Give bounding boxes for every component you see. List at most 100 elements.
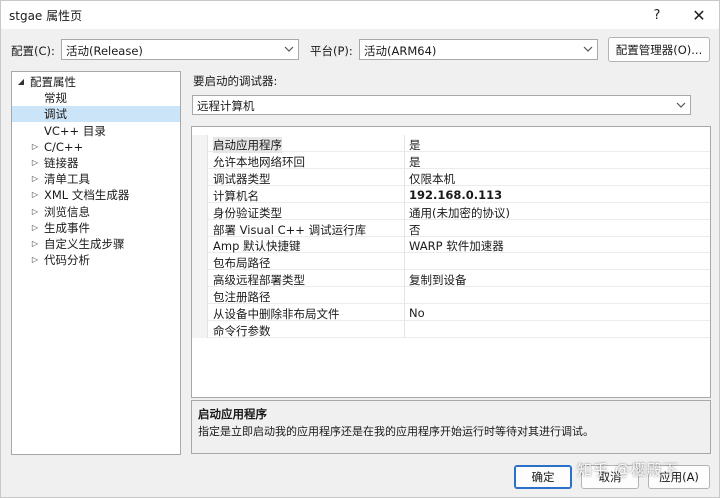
property-name: 启动应用程序 bbox=[213, 137, 282, 153]
triangle-down-icon[interactable]: ◢ bbox=[16, 74, 26, 90]
triangle-right-icon[interactable]: ▷ bbox=[30, 187, 40, 203]
triangle-right-icon[interactable]: ▷ bbox=[30, 236, 40, 252]
property-name: 身份验证类型 bbox=[213, 205, 282, 220]
tree-item-label: 链接器 bbox=[44, 156, 79, 170]
triangle-right-icon[interactable]: ▷ bbox=[30, 220, 40, 236]
chevron-down-icon bbox=[284, 46, 294, 52]
property-name: 部署 Visual C++ 调试运行库 bbox=[213, 222, 367, 237]
row-gutter bbox=[192, 219, 208, 237]
property-value[interactable]: 192.168.0.113 bbox=[409, 188, 502, 202]
property-row[interactable]: 包布局路径 bbox=[192, 253, 710, 271]
triangle-right-icon[interactable]: ▷ bbox=[30, 139, 40, 155]
property-value[interactable]: 通用(未加密的协议) bbox=[409, 205, 510, 221]
debugger-dropdown[interactable]: 远程计算机 bbox=[192, 95, 691, 115]
property-value[interactable]: 是 bbox=[409, 137, 421, 153]
tree-item[interactable]: 调试 bbox=[12, 106, 180, 123]
column-divider bbox=[404, 219, 405, 237]
watermark: 知乎 @樱殿下 bbox=[577, 461, 679, 479]
tree-item[interactable]: ▷ 链接器 bbox=[12, 155, 180, 171]
tree-item[interactable]: ▷ C/C++ bbox=[12, 139, 180, 155]
property-value[interactable]: 否 bbox=[409, 222, 421, 238]
tree-item-label: XML 文档生成器 bbox=[44, 188, 130, 203]
tree-item[interactable]: ◢ 配置属性 bbox=[12, 74, 180, 90]
tree-item-label: 代码分析 bbox=[44, 253, 90, 268]
property-row[interactable]: 高级远程部署类型 复制到设备 bbox=[192, 270, 710, 288]
row-gutter bbox=[192, 135, 208, 152]
row-gutter bbox=[192, 320, 208, 338]
row-gutter bbox=[192, 185, 208, 203]
column-divider bbox=[404, 287, 405, 305]
property-grid[interactable]: 启动应用程序是允许本地网络环回是调试器类型 仅限本机 计算机名 192.168.0.1… bbox=[191, 126, 711, 398]
help-button[interactable]: ? bbox=[637, 1, 677, 29]
tree-item-label: C/C++ bbox=[44, 139, 84, 154]
property-name: 计算机名 bbox=[213, 188, 259, 203]
title-bar: stgae 属性页 ? ✕ bbox=[1, 1, 719, 29]
property-row[interactable]: 启动应用程序 是 bbox=[192, 135, 710, 153]
tree-item-label: 常规 bbox=[44, 91, 67, 106]
category-tree[interactable]: ◢ 配置属性 常规 调试 VC++ 目录 ▷ C/C++ ▷ 链接器 ▷ 清单工具 ▷ XML 文档生成… bbox=[11, 71, 181, 455]
row-gutter bbox=[192, 168, 208, 186]
tree-item-label: 调试 bbox=[44, 107, 67, 122]
tree-item[interactable]: ▷ XML 文档生成器 bbox=[12, 187, 180, 203]
property-value[interactable]: No bbox=[409, 306, 425, 320]
column-divider bbox=[404, 202, 405, 220]
platform-value: 活动(ARM64) bbox=[364, 44, 437, 58]
property-value[interactable]: WARP 软件加速器 bbox=[409, 238, 504, 254]
tree-item[interactable]: ▷ 自定义生成步骤 bbox=[12, 236, 180, 252]
property-name: 从设备中删除非布局文件 bbox=[213, 307, 340, 321]
tree-item[interactable]: 常规 bbox=[12, 90, 180, 106]
property-value[interactable]: 仅限本机 bbox=[409, 171, 455, 187]
tree-item-label: 配置属性 bbox=[30, 75, 76, 89]
description-title: 启动应用程序 bbox=[198, 407, 267, 421]
property-row[interactable]: 包注册路径 bbox=[192, 287, 710, 305]
row-gutter bbox=[192, 270, 208, 288]
row-gutter bbox=[192, 287, 208, 305]
property-row[interactable]: 从设备中删除非布局文件 No bbox=[192, 304, 710, 321]
tree-item[interactable]: ▷ 代码分析 bbox=[12, 252, 180, 268]
window-title: stgae 属性页 bbox=[9, 9, 83, 23]
tree-item[interactable]: VC++ 目录 bbox=[12, 123, 180, 139]
description-text: 指定是立即启动我的应用程序还是在我的应用程序开始运行时等待对其进行调试。 bbox=[198, 425, 594, 438]
row-gutter bbox=[192, 236, 208, 254]
property-row[interactable]: 部署 Visual C++ 调试运行库 否 bbox=[192, 219, 710, 238]
property-row[interactable]: 允许本地网络环回 是 bbox=[192, 151, 710, 170]
row-gutter bbox=[192, 151, 208, 169]
triangle-right-icon[interactable]: ▷ bbox=[30, 155, 40, 171]
tree-item[interactable]: ▷ 浏览信息 bbox=[12, 204, 180, 220]
platform-dropdown[interactable]: 活动(ARM64) bbox=[359, 39, 598, 60]
property-row[interactable]: 身份验证类型 通用(未加密的协议) bbox=[192, 202, 710, 221]
property-row[interactable]: 调试器类型 仅限本机 bbox=[192, 168, 710, 187]
chevron-down-icon bbox=[583, 46, 593, 52]
column-divider bbox=[404, 253, 405, 271]
ok-button[interactable]: 确定 bbox=[514, 465, 572, 489]
property-value[interactable]: 复制到设备 bbox=[409, 272, 467, 288]
triangle-right-icon[interactable]: ▷ bbox=[30, 252, 40, 268]
chevron-down-icon bbox=[676, 102, 686, 108]
config-value: 活动(Release) bbox=[66, 44, 143, 58]
property-name: 允许本地网络环回 bbox=[213, 154, 305, 169]
column-divider bbox=[404, 304, 405, 321]
property-name: Amp 默认快捷键 bbox=[213, 239, 301, 254]
debugger-value: 远程计算机 bbox=[197, 99, 255, 113]
config-dropdown[interactable]: 活动(Release) bbox=[61, 39, 299, 60]
config-manager-button[interactable]: 配置管理器(O)... bbox=[608, 37, 710, 62]
tree-item[interactable]: ▷ 生成事件 bbox=[12, 220, 180, 236]
column-divider bbox=[404, 185, 405, 203]
close-button[interactable]: ✕ bbox=[679, 1, 719, 29]
row-gutter bbox=[192, 253, 208, 271]
debugger-label: 要启动的调试器: bbox=[193, 74, 278, 88]
config-label: 配置(C): bbox=[11, 44, 55, 58]
property-row[interactable]: 命令行参数 bbox=[192, 320, 710, 338]
property-value[interactable]: 是 bbox=[409, 154, 421, 170]
column-divider bbox=[404, 236, 405, 254]
property-row[interactable]: 计算机名 192.168.0.113 bbox=[192, 185, 710, 203]
tree-item-label: 清单工具 bbox=[44, 172, 90, 187]
triangle-right-icon[interactable]: ▷ bbox=[30, 204, 40, 220]
triangle-right-icon[interactable]: ▷ bbox=[30, 171, 40, 187]
column-divider bbox=[404, 135, 405, 152]
property-row[interactable]: Amp 默认快捷键 WARP 软件加速器 bbox=[192, 236, 710, 254]
tree-item[interactable]: ▷ 清单工具 bbox=[12, 171, 180, 187]
